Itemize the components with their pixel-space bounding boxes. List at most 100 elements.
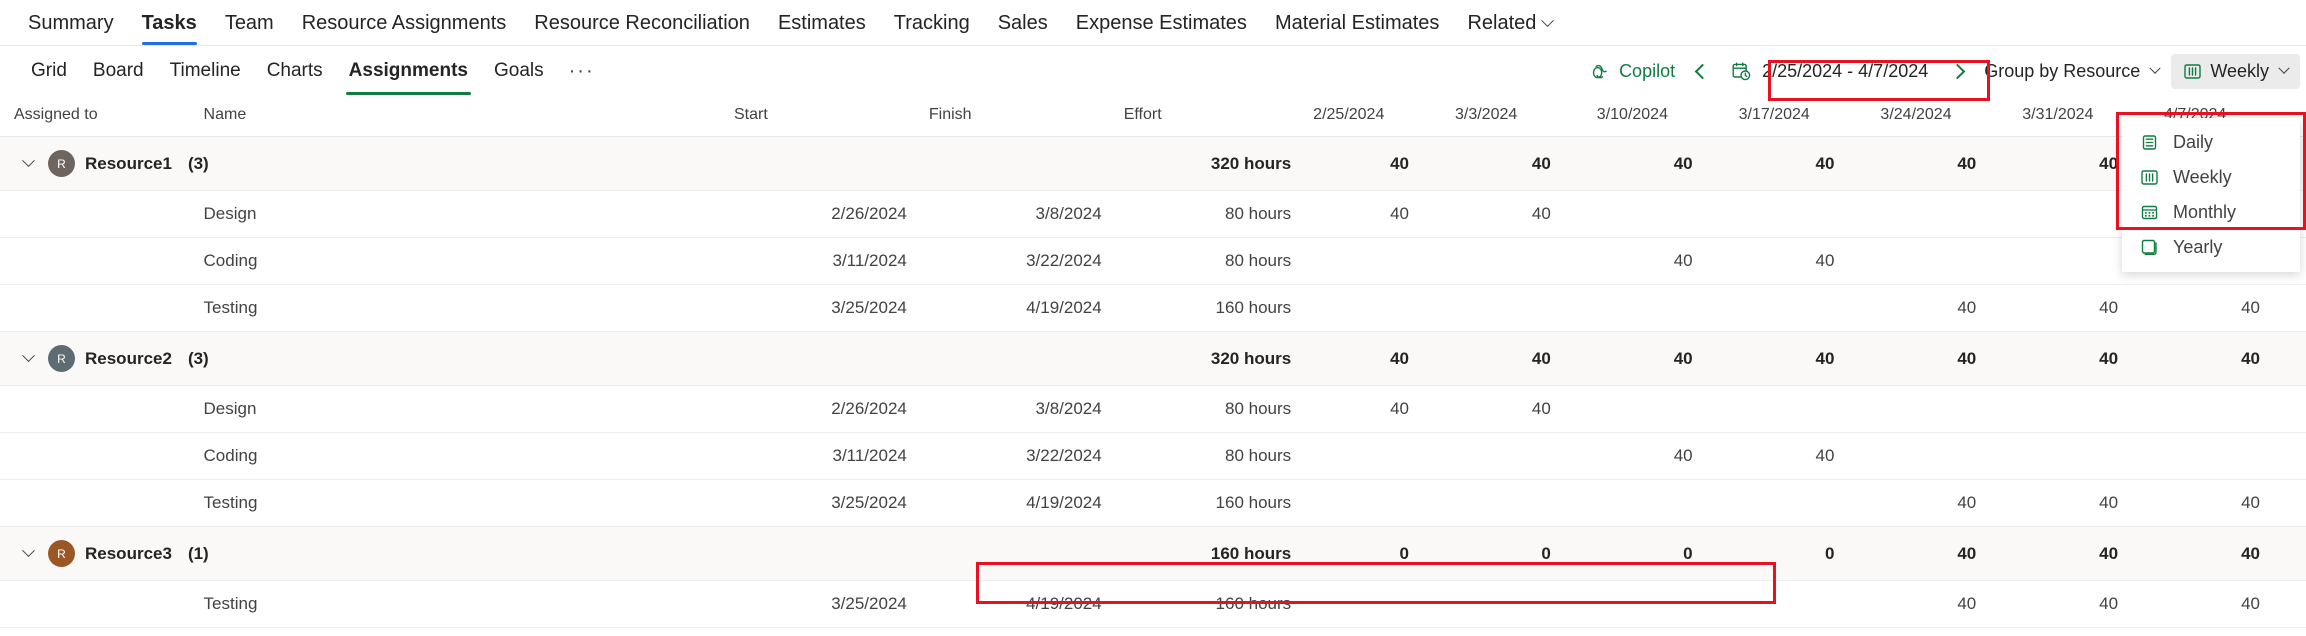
header-name[interactable]: Name: [203, 96, 491, 137]
task-period-value[interactable]: [1313, 580, 1455, 628]
topnav-item-related[interactable]: Related: [1453, 12, 1566, 45]
task-period-value[interactable]: [1313, 237, 1455, 285]
task-row[interactable]: Testing 3/25/2024 4/19/2024 160 hours 40 40 40: [0, 580, 2306, 628]
task-row[interactable]: Coding 3/11/2024 3/22/2024 80 hours 40 40: [0, 237, 2306, 285]
subtab-overflow-button[interactable]: ···: [557, 61, 607, 81]
header-date-column[interactable]: 3/24/2024: [1880, 96, 2023, 137]
task-name-cell[interactable]: Design: [203, 385, 491, 433]
topnav-item-team[interactable]: Team: [211, 12, 288, 45]
task-period-value[interactable]: 40: [2022, 479, 2165, 527]
subtab-goals[interactable]: Goals: [481, 52, 557, 90]
task-name-cell[interactable]: Testing: [203, 580, 491, 628]
task-period-value[interactable]: 40: [1596, 432, 1739, 480]
task-period-value[interactable]: 40: [2022, 284, 2165, 332]
task-period-value[interactable]: [2022, 432, 2165, 480]
task-period-value[interactable]: 40: [2164, 580, 2306, 628]
task-period-value[interactable]: [1880, 237, 2023, 285]
task-period-value[interactable]: [2164, 385, 2306, 433]
task-period-value[interactable]: [1880, 385, 2023, 433]
task-name-cell[interactable]: Testing: [203, 479, 491, 527]
task-period-value[interactable]: 40: [1596, 237, 1739, 285]
task-period-value[interactable]: [1454, 479, 1597, 527]
task-period-value[interactable]: [2164, 432, 2306, 480]
task-period-value[interactable]: 40: [1454, 385, 1597, 433]
header-date-column[interactable]: 2/25/2024: [1313, 96, 1455, 137]
topnav-item-resource-assignments[interactable]: Resource Assignments: [288, 12, 521, 45]
task-period-value[interactable]: [1596, 190, 1739, 238]
task-period-value[interactable]: 40: [1880, 479, 2023, 527]
topnav-item-tracking[interactable]: Tracking: [880, 12, 984, 45]
task-period-value[interactable]: [2022, 385, 2165, 433]
task-period-value[interactable]: 40: [2164, 479, 2306, 527]
subtab-charts[interactable]: Charts: [254, 52, 336, 90]
task-period-value[interactable]: 40: [1313, 190, 1455, 238]
header-date-column[interactable]: 3/17/2024: [1738, 96, 1881, 137]
subtab-timeline[interactable]: Timeline: [157, 52, 254, 90]
task-period-value[interactable]: [1738, 580, 1881, 628]
header-assigned-to[interactable]: Assigned to: [0, 96, 204, 137]
subtab-assignments[interactable]: Assignments: [336, 52, 481, 95]
subtab-grid[interactable]: Grid: [18, 52, 80, 90]
task-period-value[interactable]: 40: [1454, 190, 1597, 238]
task-row[interactable]: Testing 3/25/2024 4/19/2024 160 hours 40 40 40: [0, 284, 2306, 332]
task-row[interactable]: Design 2/26/2024 3/8/2024 80 hours 40 40: [0, 190, 2306, 238]
topnav-item-material-estimates[interactable]: Material Estimates: [1261, 12, 1454, 45]
resource-group-row[interactable]: R Resource2 (3) 320 hours 40 40 40 40 40 40 40: [0, 331, 2306, 386]
group-by-dropdown[interactable]: Group by Resource: [1972, 54, 2171, 89]
task-period-value[interactable]: [1313, 432, 1455, 480]
task-period-value[interactable]: [1738, 385, 1881, 433]
header-effort[interactable]: Effort: [1123, 96, 1314, 137]
header-start[interactable]: Start: [734, 96, 929, 137]
task-period-value[interactable]: 40: [1313, 385, 1455, 433]
header-date-column[interactable]: 3/3/2024: [1454, 96, 1597, 137]
copilot-button[interactable]: Copilot: [1578, 54, 1687, 89]
resource-group-row[interactable]: R Resource3 (1) 160 hours 0 0 0 0 40 40 40: [0, 526, 2306, 581]
task-period-value[interactable]: [1313, 479, 1455, 527]
task-period-value[interactable]: [1454, 237, 1597, 285]
task-period-value[interactable]: 40: [1880, 284, 2023, 332]
task-name-cell[interactable]: Coding: [203, 432, 491, 480]
task-name-cell[interactable]: Testing: [203, 284, 491, 332]
task-period-value[interactable]: [1738, 284, 1881, 332]
task-name-cell[interactable]: Coding: [203, 237, 491, 285]
chevron-down-icon[interactable]: [18, 154, 38, 174]
header-finish[interactable]: Finish: [928, 96, 1124, 137]
task-period-value[interactable]: [1454, 284, 1597, 332]
header-date-column[interactable]: 3/10/2024: [1596, 96, 1739, 137]
task-period-value[interactable]: [1880, 432, 2023, 480]
next-period-button[interactable]: [1942, 54, 1972, 88]
task-period-value[interactable]: [1596, 385, 1739, 433]
task-row[interactable]: Design 2/26/2024 3/8/2024 80 hours 40 40: [0, 385, 2306, 433]
task-period-value[interactable]: 40: [1738, 237, 1881, 285]
chevron-down-icon[interactable]: [18, 349, 38, 369]
subtab-board[interactable]: Board: [80, 52, 157, 90]
task-name-cell[interactable]: Design: [203, 190, 491, 238]
task-period-value[interactable]: [1313, 284, 1455, 332]
topnav-item-expense-estimates[interactable]: Expense Estimates: [1062, 12, 1261, 45]
menu-item-weekly[interactable]: Weekly: [2122, 160, 2300, 195]
task-period-value[interactable]: 40: [2022, 580, 2165, 628]
task-row[interactable]: Coding 3/11/2024 3/22/2024 80 hours 40 40: [0, 432, 2306, 480]
task-period-value[interactable]: [1738, 190, 1881, 238]
task-period-value[interactable]: [1596, 284, 1739, 332]
menu-item-monthly[interactable]: Monthly: [2122, 195, 2300, 230]
date-range-picker[interactable]: 2/25/2024 - 4/7/2024: [1717, 55, 1942, 88]
topnav-item-estimates[interactable]: Estimates: [764, 12, 880, 45]
previous-period-button[interactable]: [1687, 54, 1717, 88]
task-period-value[interactable]: [1454, 432, 1597, 480]
task-period-value[interactable]: 40: [1738, 432, 1881, 480]
task-row[interactable]: Testing 3/25/2024 4/19/2024 160 hours 40 40 40: [0, 479, 2306, 527]
topnav-item-summary[interactable]: Summary: [14, 12, 128, 45]
resource-group-row[interactable]: RResource1(3)320 hours40404040404040: [0, 136, 2306, 191]
menu-item-daily[interactable]: Daily: [2122, 125, 2300, 160]
chevron-down-icon[interactable]: [18, 544, 38, 564]
task-period-value[interactable]: [1880, 190, 2023, 238]
task-period-value[interactable]: [1596, 479, 1739, 527]
topnav-item-tasks[interactable]: Tasks: [128, 12, 211, 45]
time-scale-dropdown[interactable]: Weekly: [2171, 53, 2300, 89]
task-period-value[interactable]: 40: [2164, 284, 2306, 332]
topnav-item-sales[interactable]: Sales: [984, 12, 1062, 45]
task-period-value[interactable]: [1596, 580, 1739, 628]
task-period-value[interactable]: [1454, 580, 1597, 628]
menu-item-yearly[interactable]: Yearly: [2122, 230, 2300, 265]
